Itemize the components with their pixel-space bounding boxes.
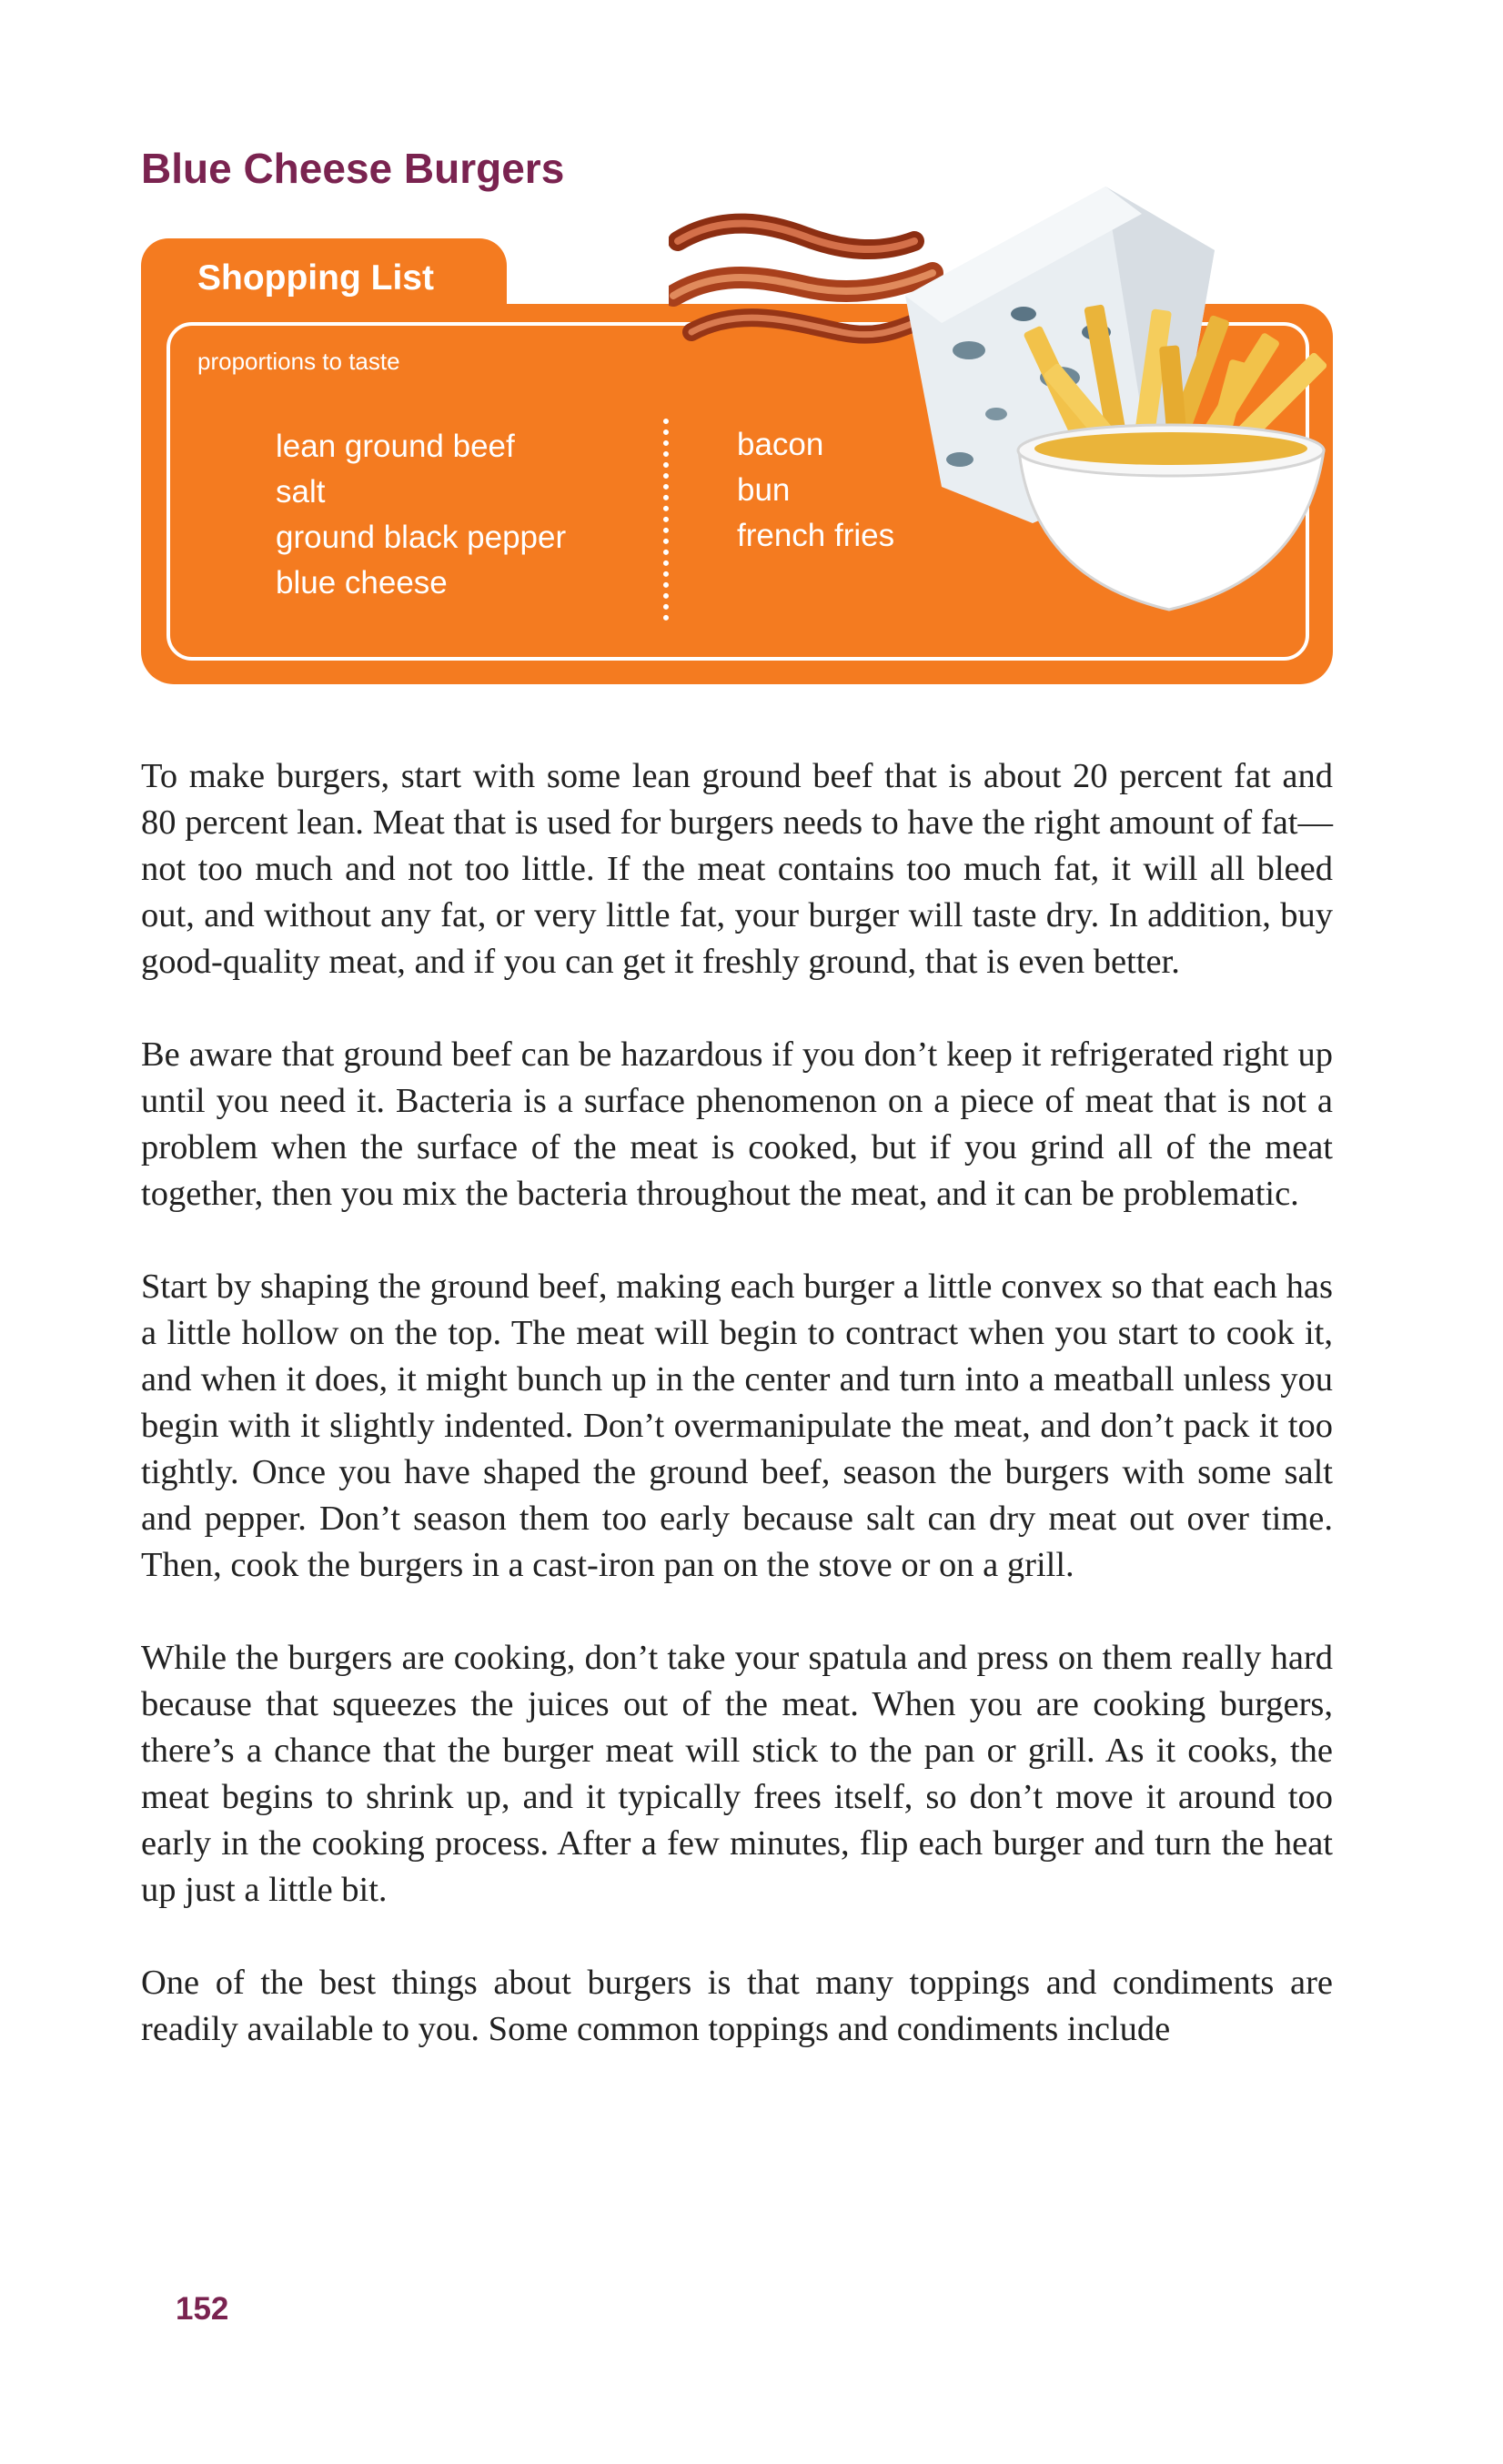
paragraph: Start by shaping the ground beef, making… xyxy=(141,1267,1333,1584)
body-text: To make burgers, start with some lean gr… xyxy=(141,753,1333,2099)
shopping-list-label: Shopping List xyxy=(197,258,434,298)
list-item: blue cheese xyxy=(276,565,448,601)
bacon-icon xyxy=(669,213,951,344)
paragraph: Be aware that ground beef can be hazardo… xyxy=(141,1035,1333,1213)
paragraph: One of the best things about burgers is … xyxy=(141,1964,1333,2048)
list-item: lean ground beef xyxy=(276,429,515,464)
food-photo xyxy=(669,187,1327,611)
page-number: 152 xyxy=(176,2291,229,2327)
paragraph: While the burgers are cooking, don’t tak… xyxy=(141,1639,1333,1909)
paragraph: To make burgers, start with some lean gr… xyxy=(141,757,1333,981)
list-item: salt xyxy=(276,474,326,510)
list-item: ground black pepper xyxy=(276,520,567,555)
shopping-list-column-1: lean ground beef salt ground black peppe… xyxy=(276,424,566,606)
shopping-list-subtitle: proportions to taste xyxy=(197,348,400,375)
page-title: Blue Cheese Burgers xyxy=(141,145,565,192)
